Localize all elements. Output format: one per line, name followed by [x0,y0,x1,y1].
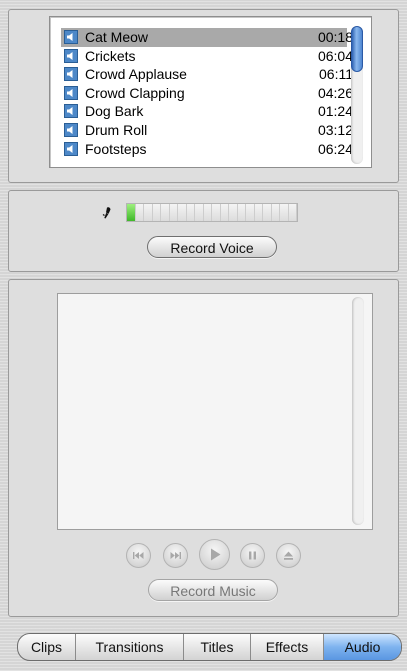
meter-segment [144,204,153,221]
meter-segment [152,204,161,221]
meter-segment [169,204,178,221]
list-item[interactable]: Crowd Clapping 04:26 [61,84,353,103]
sound-effects-list[interactable]: Cat Meow 00:18 Crickets 06:04 Crowd Appl… [49,16,372,168]
meter-segment [229,204,238,221]
pause-icon [249,551,256,560]
meter-segment [246,204,255,221]
clip-name: Crickets [85,47,136,64]
speaker-icon [64,122,78,137]
meter-segment [178,204,187,221]
speaker-icon [64,104,78,119]
meter-segment [135,204,144,221]
meter-segment [220,204,229,221]
meter-segment [203,204,212,221]
rewind-button[interactable] [126,543,151,568]
meter-segment [212,204,221,221]
meter-segment [254,204,263,221]
record-music-button[interactable]: Record Music [148,579,278,601]
list-scrollbar[interactable] [351,26,363,164]
list-item[interactable]: Dog Bark 01:24 [61,102,353,121]
rewind-icon [133,552,144,559]
speaker-icon [64,85,78,100]
meter-segment [195,204,204,221]
list-item[interactable]: Crowd Applause 06:11 [61,65,353,84]
list-item[interactable]: Footsteps 06:24 [61,140,353,159]
eject-icon [284,551,293,560]
tab-audio[interactable]: Audio [324,634,401,660]
pause-button[interactable] [240,543,265,568]
speaker-icon [64,141,78,156]
tab-clips[interactable]: Clips [18,634,76,660]
list-item[interactable]: Crickets 06:04 [61,47,353,66]
clip-name: Drum Roll [85,121,148,138]
meter-segment [271,204,280,221]
clip-duration: 00:18 [317,29,353,45]
play-icon [211,548,221,561]
clip-duration: 06:11 [319,66,353,83]
meter-segment [186,204,195,221]
speaker-icon [64,48,78,63]
tab-effects[interactable]: Effects [251,634,324,660]
clip-name: Crowd Applause [85,66,187,83]
fast-forward-icon [170,552,181,559]
clip-duration: 06:24 [317,140,353,157]
meter-segment [161,204,170,221]
clip-name: Dog Bark [85,103,144,120]
voice-level-meter [126,203,298,222]
fast-forward-button[interactable] [163,543,188,568]
speaker-icon [64,30,78,44]
record-voice-button[interactable]: Record Voice [147,236,277,258]
music-list-scrollbar[interactable] [352,297,364,525]
music-track-list[interactable] [57,293,373,530]
clip-duration: 04:26 [317,84,353,101]
meter-segment [263,204,272,221]
eject-button[interactable] [276,543,301,568]
meter-segment [280,204,289,221]
tab-titles[interactable]: Titles [184,634,251,660]
clip-name: Crowd Clapping [85,84,185,101]
list-item[interactable]: Drum Roll 03:12 [61,121,353,140]
microphone-icon [102,207,111,219]
tab-transitions[interactable]: Transitions [76,634,184,660]
play-button[interactable] [199,539,230,570]
clip-duration: 01:24 [317,103,353,120]
meter-segment [127,204,136,221]
clip-name: Cat Meow [85,29,149,45]
speaker-icon [64,67,78,82]
scrollbar-thumb[interactable] [351,26,363,72]
pane-tab-bar: Clips Transitions Titles Effects Audio [17,633,402,661]
meter-segment [237,204,246,221]
clip-name: Footsteps [85,140,147,157]
list-item[interactable]: Cat Meow 00:18 [61,28,353,47]
meter-segment [288,204,297,221]
clip-duration: 06:04 [317,47,353,64]
clip-duration: 03:12 [317,121,353,138]
